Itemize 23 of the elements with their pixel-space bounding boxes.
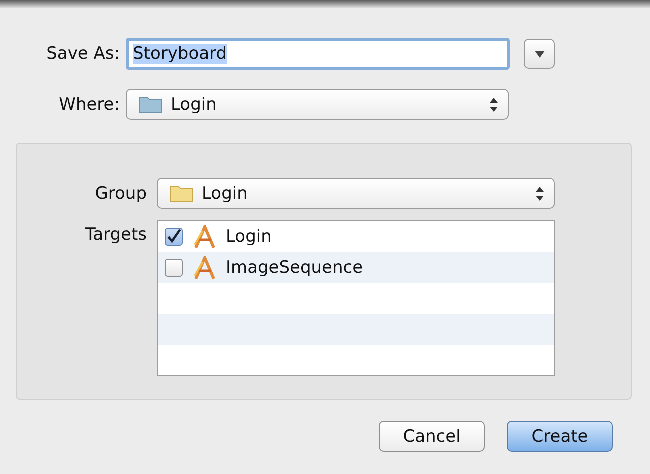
stepper-arrows-icon (490, 98, 498, 112)
triangle-down-icon (534, 50, 544, 58)
field-label: Where: (58, 94, 121, 114)
where-popup[interactable]: Login (126, 89, 509, 120)
field-label: Group (94, 184, 148, 204)
checkbox[interactable] (165, 258, 183, 276)
group-popup[interactable]: Login (157, 178, 555, 209)
field-label: Save As: (46, 44, 121, 64)
checkbox[interactable] (165, 228, 183, 246)
stepper-arrows-icon (536, 186, 544, 200)
expand-button[interactable] (524, 39, 555, 69)
app-icon (192, 224, 218, 248)
cancel-button[interactable]: Cancel (379, 421, 485, 452)
app-icon (192, 256, 218, 280)
save-as-field[interactable]: Storyboard (126, 38, 510, 70)
folder-icon (170, 184, 194, 203)
create-button[interactable]: Create (507, 421, 613, 452)
list-row-stripe[interactable]: ImageSequence (158, 252, 554, 283)
target-name: ImageSequence (226, 258, 364, 278)
filename-text: Storyboard (133, 44, 227, 64)
folder-icon (139, 95, 163, 114)
target-name: Login (226, 226, 272, 246)
field-label: Targets (84, 224, 148, 245)
